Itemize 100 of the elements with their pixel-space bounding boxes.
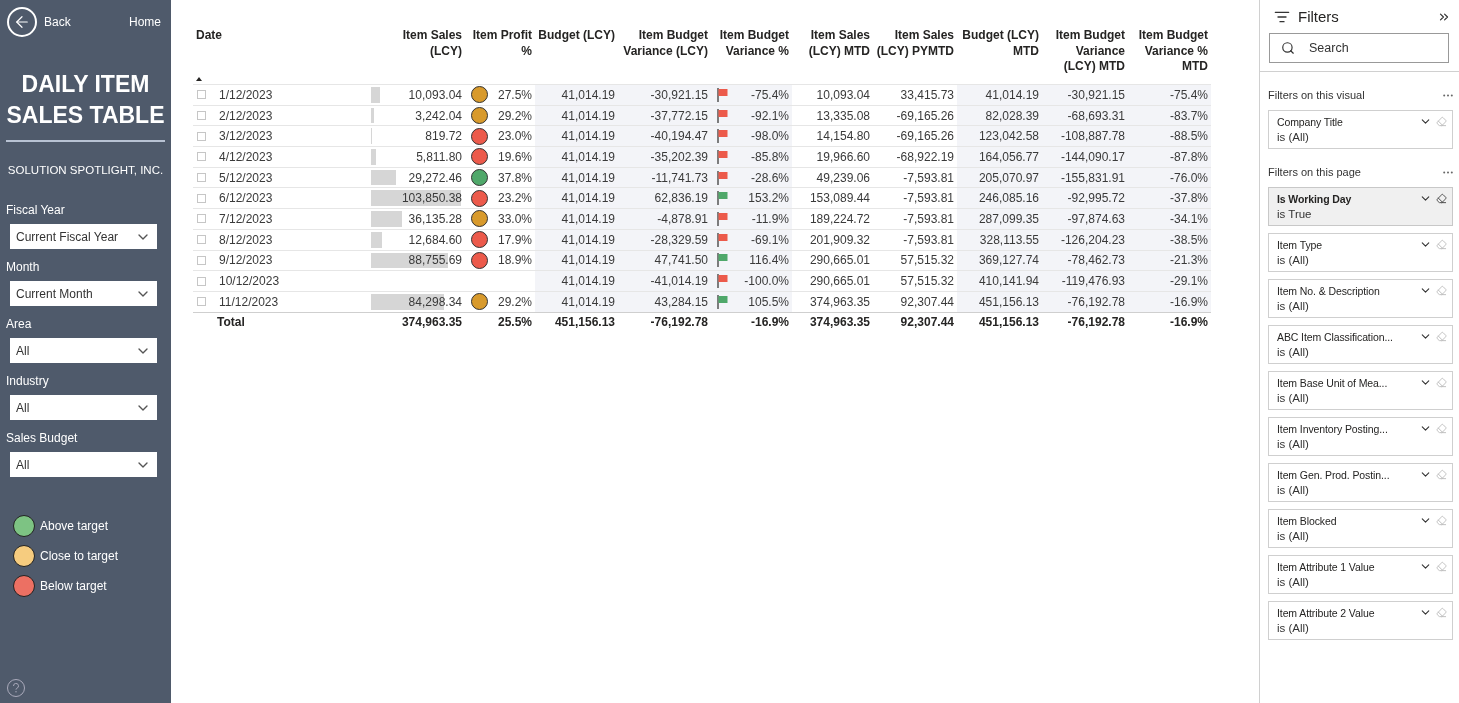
total-cell: 374,963.35 — [809, 315, 870, 330]
table-cell: -83.7% — [1169, 108, 1208, 123]
table-cell: 41,014.19 — [561, 294, 615, 309]
expand-icon[interactable] — [197, 152, 206, 162]
table-cell: 84,298.34 — [408, 294, 462, 309]
table-cell: -126,204.23 — [1060, 232, 1125, 247]
filter-card[interactable]: Item Attribute 1 Value is (All) — [1268, 555, 1453, 594]
table-cell: -30,921.15 — [650, 87, 708, 102]
table-cell: 10,093.04 — [816, 87, 870, 102]
table-cell: 290,665.01 — [809, 274, 870, 289]
slicer-label: Sales Budget — [6, 431, 79, 445]
table-cell-text: 4/12/2023 — [219, 149, 274, 164]
table-cell: -76.0% — [1169, 170, 1208, 185]
table-cell: -28,329.59 — [650, 232, 708, 247]
table-cell: 36,135.28 — [408, 211, 462, 226]
table-cell: 47,741.50 — [654, 253, 708, 268]
table-cell: 41,014.19 — [561, 211, 615, 226]
total-cell: 25.5% — [497, 315, 532, 330]
expand-icon[interactable] — [197, 214, 206, 224]
table-cell-text: 10/12/2023 — [219, 274, 281, 289]
column-header[interactable]: Budget (LCY) MTD — [957, 28, 1042, 84]
slicer-dropdown[interactable]: Current Fiscal Year — [10, 224, 157, 249]
table-cell: -21.3% — [1169, 253, 1208, 268]
column-header[interactable]: Item Budget Variance % — [711, 28, 792, 84]
table-cell: -40,194.47 — [650, 129, 708, 144]
filter-card[interactable]: Item Base Unit of Mea... is (All) — [1268, 371, 1453, 410]
filter-card[interactable]: Item Attribute 2 Value is (All) — [1268, 601, 1453, 640]
table-cell: 287,099.35 — [978, 211, 1039, 226]
filter-card[interactable]: Company Title is (All) — [1268, 110, 1453, 149]
table-cell: 41,014.19 — [561, 253, 615, 268]
table-cell: 3,242.04 — [415, 108, 462, 123]
filter-card[interactable]: Item Blocked is (All) — [1268, 509, 1453, 548]
home-link[interactable]: Home — [129, 15, 161, 29]
column-header[interactable]: Item Sales (LCY) — [367, 28, 465, 84]
table-cell: -11,741.73 — [651, 170, 708, 185]
filter-card[interactable]: Item No. & Description is (All) — [1268, 279, 1453, 318]
table-cell: -100.0% — [744, 274, 789, 289]
slicer-dropdown[interactable]: All — [10, 338, 157, 363]
expand-icon[interactable] — [197, 90, 206, 100]
filter-card[interactable]: Item Type is (All) — [1268, 233, 1453, 272]
table-cell-text: 7/12/2023 — [219, 211, 274, 226]
table-cell: -29.1% — [1169, 274, 1208, 289]
more-icon[interactable] — [1443, 170, 1453, 174]
table-cell: -75.4% — [1169, 87, 1208, 102]
filter-card[interactable]: Is Working Day is True — [1268, 187, 1453, 226]
table-cell: 246,085.16 — [978, 191, 1039, 206]
slicer-label: Fiscal Year — [6, 203, 66, 217]
total-cell: 374,963.35 — [401, 315, 462, 330]
slicer-label: Area — [6, 317, 33, 331]
table-cell: 29.2% — [497, 108, 532, 123]
table-cell: 12,684.60 — [408, 232, 462, 247]
column-header[interactable]: Budget (LCY) — [535, 28, 618, 84]
more-icon[interactable] — [1443, 93, 1453, 97]
back-link[interactable]: Back — [44, 15, 122, 29]
table-cell: -92.1% — [750, 108, 789, 123]
back-icon[interactable] — [7, 7, 37, 37]
search-field[interactable]: Search — [1269, 33, 1449, 63]
slicer-dropdown[interactable]: All — [10, 452, 157, 477]
table-cell-text: 1/12/2023 — [219, 87, 274, 102]
column-header[interactable]: Item Budget Variance % MTD — [1128, 28, 1211, 84]
table-cell: 37.8% — [497, 170, 532, 185]
expand-icon[interactable] — [197, 297, 206, 307]
total-cell: -76,192.78 — [1067, 315, 1125, 330]
table-cell: -98.0% — [750, 129, 789, 144]
table-cell: -37.8% — [1169, 191, 1208, 206]
table-cell: 14,154.80 — [816, 129, 870, 144]
filter-card[interactable]: Item Gen. Prod. Postin... is (All) — [1268, 463, 1453, 502]
slicer-dropdown[interactable]: All — [10, 395, 157, 420]
company-name: SOLUTION SPOTLIGHT, INC. — [6, 164, 165, 176]
table-cell: 10,093.04 — [408, 87, 462, 102]
table-cell: 23.2% — [497, 191, 532, 206]
table-cell: -7,593.81 — [903, 211, 954, 226]
column-header[interactable]: Item Budget Variance (LCY) MTD — [1042, 28, 1128, 84]
table-cell: 116.4% — [749, 253, 789, 268]
column-header[interactable]: Item Sales (LCY) MTD — [792, 28, 873, 84]
table-cell: -119,476.93 — [1061, 274, 1125, 289]
column-header[interactable]: Item Sales (LCY) PYMTD — [873, 28, 957, 84]
table-cell: 5,811.80 — [416, 149, 462, 164]
table-cell: -97,874.63 — [1067, 211, 1125, 226]
filter-card[interactable]: Item Inventory Posting... is (All) — [1268, 417, 1453, 456]
table-cell: 369,127.74 — [978, 253, 1039, 268]
expand-icon[interactable] — [197, 276, 206, 286]
table-cell: 92,307.44 — [900, 294, 954, 309]
slicer-dropdown[interactable]: Current Month — [10, 281, 157, 306]
table-cell: -34.1% — [1169, 211, 1208, 226]
eraser-icon[interactable] — [1436, 193, 1447, 204]
column-header[interactable]: Item Profit % — [465, 28, 535, 84]
table-cell: -87.8% — [1169, 149, 1208, 164]
table-cell: 17.9% — [497, 232, 532, 247]
column-header[interactable]: Item Budget Variance (LCY) — [618, 28, 711, 84]
table-cell: 103,850.38 — [401, 191, 462, 206]
table-cell: -16.9% — [1169, 294, 1208, 309]
table-cell: 33,415.73 — [900, 87, 954, 102]
table-cell: 451,156.13 — [978, 294, 1039, 309]
filter-card[interactable]: ABC Item Classification... is (All) — [1268, 325, 1453, 364]
table-cell: -108,887.78 — [1060, 129, 1125, 144]
total-cell: 451,156.13 — [554, 315, 615, 330]
table-cell: -35,202.39 — [650, 149, 708, 164]
slicer-label: Month — [6, 260, 41, 274]
table-cell: -37,772.15 — [650, 108, 708, 123]
